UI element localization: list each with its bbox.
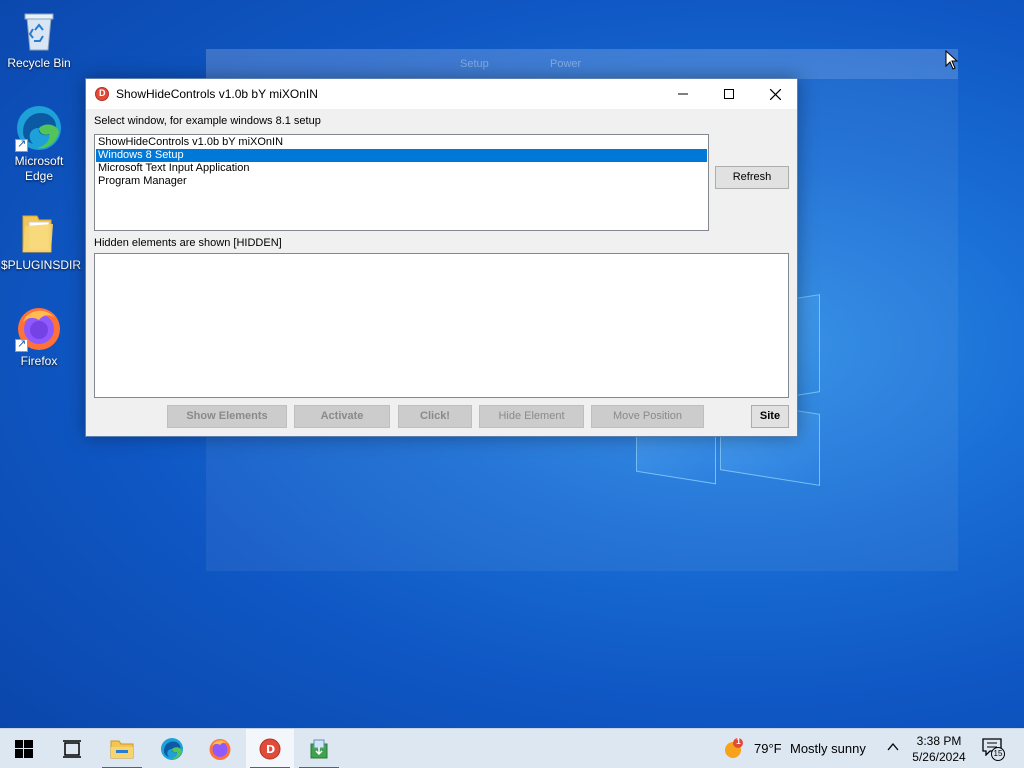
task-view-button[interactable] — [48, 729, 96, 768]
elements-output[interactable] — [94, 253, 789, 398]
edge-icon — [161, 738, 183, 760]
taskbar-clock[interactable]: 3:38 PM 5/26/2024 — [902, 733, 976, 765]
taskbar: D 1 79°F Mostly sunny 3:38 PM 5/26/2024 … — [0, 728, 1024, 768]
taskbar-file-explorer[interactable] — [98, 729, 146, 768]
file-explorer-icon — [110, 740, 134, 759]
clock-date: 5/26/2024 — [912, 750, 966, 764]
minimize-icon — [678, 93, 688, 95]
shortcut-arrow-icon — [15, 137, 28, 152]
select-window-label: Select window, for example windows 8.1 s… — [94, 115, 321, 127]
window-titlebar[interactable]: ShowHideControls v1.0b bY miXOnIN — [86, 79, 797, 109]
weather-widget-icon[interactable]: 1 — [722, 737, 744, 760]
edge-icon — [15, 104, 63, 152]
window-title: ShowHideControls v1.0b bY miXOnIN — [116, 87, 318, 101]
site-button[interactable]: Site — [751, 405, 789, 428]
background-window-titlebar — [206, 49, 958, 79]
weather-description[interactable]: Mostly sunny — [790, 741, 866, 756]
hide-element-button[interactable]: Hide Element — [479, 405, 584, 428]
close-button[interactable] — [752, 79, 798, 109]
taskbar-edge[interactable] — [148, 729, 196, 768]
desktop-icon-label: Recycle Bin — [7, 56, 71, 70]
taskbar-installer-app[interactable] — [295, 729, 343, 768]
list-item[interactable]: ShowHideControls v1.0b bY miXOnIN — [96, 136, 707, 149]
activate-button[interactable]: Activate — [294, 405, 390, 428]
click-button[interactable]: Click! — [398, 405, 472, 428]
list-item[interactable]: Microsoft Text Input Application — [96, 162, 707, 175]
maximize-icon — [724, 89, 734, 99]
list-item-selected[interactable]: Windows 8 Setup — [96, 149, 707, 162]
taskbar-firefox[interactable] — [196, 729, 244, 768]
desktop-icon-label: Microsoft Edge — [14, 154, 64, 183]
showhidecontrols-window: ShowHideControls v1.0b bY miXOnIN Select… — [85, 78, 798, 437]
desktop-icon-recycle-bin[interactable]: Recycle Bin — [1, 6, 77, 71]
weather-badge: 1 — [736, 737, 741, 746]
background-window-tab-setup: Setup — [460, 58, 489, 70]
folder-icon — [15, 208, 63, 256]
desktop-icon-pluginsdir[interactable]: $PLUGINSDIR — [1, 208, 82, 273]
desktop-icon-label: $PLUGINSDIR — [1, 258, 82, 272]
firefox-icon — [209, 739, 231, 760]
weather-temperature[interactable]: 79°F — [754, 741, 782, 756]
app-icon — [95, 87, 109, 101]
desktop-icon-microsoft-edge[interactable]: Microsoft Edge — [1, 104, 77, 184]
shortcut-arrow-icon — [15, 337, 28, 352]
show-elements-button[interactable]: Show Elements — [167, 405, 287, 428]
showhidecontrols-app-icon: D — [259, 738, 281, 760]
refresh-button[interactable]: Refresh — [715, 166, 789, 189]
mouse-cursor-icon — [945, 49, 959, 73]
installer-app-icon — [310, 739, 328, 759]
recycle-bin-icon — [15, 6, 63, 54]
start-button[interactable] — [0, 729, 48, 768]
desktop-icon-label: Firefox — [20, 354, 58, 368]
move-position-button[interactable]: Move Position — [591, 405, 704, 428]
svg-text:D: D — [266, 743, 275, 756]
maximize-button[interactable] — [706, 79, 752, 109]
hidden-elements-label: Hidden elements are shown [HIDDEN] — [94, 237, 282, 249]
task-view-icon — [63, 740, 81, 758]
firefox-icon — [15, 304, 63, 352]
minimize-button[interactable] — [660, 79, 706, 109]
close-icon — [769, 88, 781, 100]
desktop-icon-firefox[interactable]: Firefox — [1, 304, 77, 369]
window-list[interactable]: ShowHideControls v1.0b bY miXOnIN Window… — [94, 134, 709, 231]
windows-start-icon — [15, 740, 33, 758]
chevron-up-icon — [887, 742, 899, 751]
taskbar-showhidecontrols[interactable]: D — [246, 729, 294, 768]
notification-center-button[interactable]: 15 — [982, 738, 1006, 761]
list-item[interactable]: Program Manager — [96, 175, 707, 188]
background-window-tab-power: Power — [550, 58, 582, 70]
notification-count-badge: 15 — [991, 747, 1005, 761]
show-hidden-icons-button[interactable] — [886, 740, 900, 757]
clock-time: 3:38 PM — [916, 734, 962, 748]
